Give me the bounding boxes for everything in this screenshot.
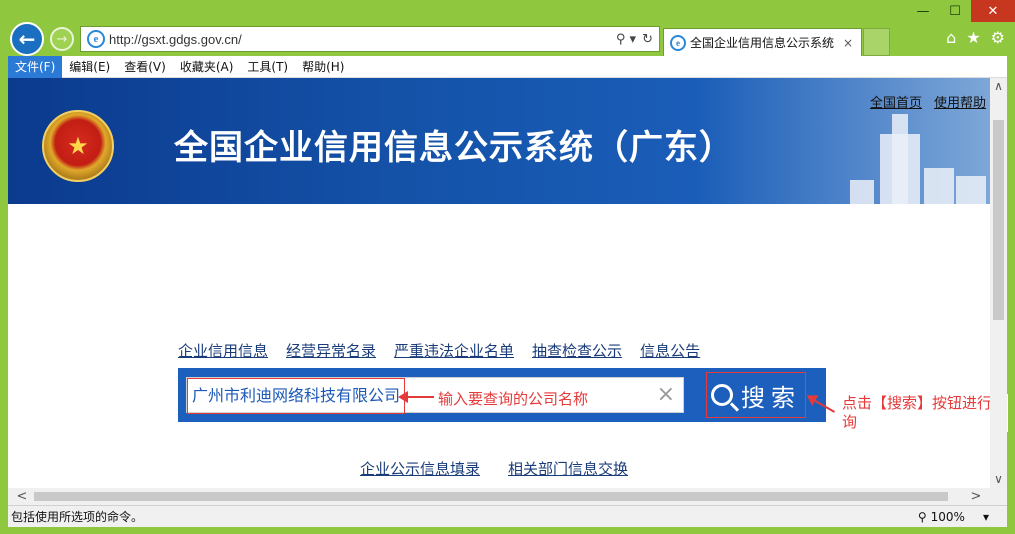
status-bar: 包括使用所选项的命令。 ⚲ 100% ▾ [8, 505, 1007, 527]
annotation-button-hint: 点击【搜索】按钮进行查询 [842, 394, 1008, 432]
ie-favicon-icon: e [87, 30, 105, 48]
favorites-star-icon[interactable]: ★ [966, 28, 980, 47]
address-search-icon[interactable]: ⚲ ▾ [616, 32, 636, 47]
link-dept-exchange[interactable]: 相关部门信息交换 [508, 458, 628, 479]
nav-inspection[interactable]: 抽查检查公示 [532, 340, 622, 361]
menu-view[interactable]: 查看(V) [117, 56, 173, 78]
menu-edit[interactable]: 编辑(E) [62, 56, 117, 78]
search-button[interactable]: 搜索 [706, 372, 806, 418]
menu-favorites[interactable]: 收藏夹(A) [173, 56, 241, 78]
scroll-down-icon[interactable]: ∨ [990, 471, 1007, 488]
window-controls: — ☐ ✕ [907, 0, 1015, 22]
maximize-button[interactable]: ☐ [939, 0, 971, 22]
back-arrow-icon: ← [18, 27, 36, 51]
vertical-scroll-thumb[interactable] [993, 120, 1004, 320]
link-enterprise-filing[interactable]: 企业公示信息填录 [360, 458, 480, 479]
zoom-dropdown-icon[interactable]: ▾ [983, 510, 989, 524]
horizontal-scrollbar[interactable]: < > [8, 488, 990, 505]
top-links: 全国首页 使用帮助 [870, 92, 986, 111]
search-input[interactable]: 广州市利迪网络科技有限公司 × [186, 377, 684, 414]
nav-serious-violation[interactable]: 严重违法企业名单 [394, 340, 514, 361]
vertical-scrollbar[interactable]: ∧ ∨ [990, 78, 1007, 488]
scrollbar-corner [990, 488, 1007, 505]
annotation-input-hint: 输入要查询的公司名称 [438, 390, 589, 408]
link-national-home[interactable]: 全国首页 [870, 92, 922, 111]
nav-abnormal-list[interactable]: 经营异常名录 [286, 340, 376, 361]
clear-input-icon[interactable]: × [657, 382, 675, 407]
link-help[interactable]: 使用帮助 [934, 92, 986, 111]
national-emblem-icon: ★ [42, 110, 114, 182]
bottom-links: 企业公示信息填录 相关部门信息交换 [360, 458, 628, 479]
menu-help[interactable]: 帮助(H) [295, 56, 351, 78]
menu-bar: 文件(F) 编辑(E) 查看(V) 收藏夹(A) 工具(T) 帮助(H) [8, 55, 1007, 78]
nav-enterprise-credit[interactable]: 企业信用信息 [178, 340, 268, 361]
scroll-up-icon[interactable]: ∧ [990, 78, 1007, 95]
search-icon [711, 384, 733, 406]
address-url[interactable]: http://gsxt.gdgs.gov.cn/ [109, 32, 616, 47]
browser-toolbar-icons: ⌂ ★ ⚙ [946, 28, 1005, 47]
tab-favicon-icon: e [670, 34, 686, 51]
scroll-right-icon[interactable]: > [966, 488, 986, 505]
forward-arrow-icon: → [56, 31, 68, 47]
back-button[interactable]: ← [10, 22, 44, 56]
tab-title: 全国企业信用信息公示系统 [690, 36, 835, 50]
forward-button[interactable]: → [50, 27, 74, 51]
horizontal-scroll-thumb[interactable] [34, 492, 948, 501]
refresh-icon[interactable]: ↻ [642, 32, 653, 47]
tab-close-icon[interactable]: × [843, 36, 861, 50]
zoom-control[interactable]: ⚲ 100% ▾ [918, 510, 1007, 524]
home-icon[interactable]: ⌂ [946, 28, 956, 47]
building-illustration [840, 106, 990, 204]
search-input-value: 广州市利迪网络科技有限公司 [187, 378, 406, 414]
annotation-arrow-input [398, 391, 434, 403]
navigation-row: ← → e http://gsxt.gdgs.gov.cn/ ⚲ ▾ ↻ e 全… [0, 22, 1015, 56]
minimize-button[interactable]: — [907, 0, 939, 22]
zoom-level: 100% [930, 509, 965, 524]
zoom-magnifier-icon: ⚲ [917, 509, 927, 524]
page-title: 全国企业信用信息公示系统（广东） [174, 128, 734, 168]
address-bar[interactable]: e http://gsxt.gdgs.gov.cn/ ⚲ ▾ ↻ [80, 26, 660, 52]
address-actions: ⚲ ▾ ↻ [616, 32, 659, 47]
browser-window: — ☐ ✕ ← → e http://gsxt.gdgs.gov.cn/ ⚲ ▾… [0, 0, 1015, 534]
search-button-label: 搜索 [741, 383, 801, 412]
menu-file[interactable]: 文件(F) [8, 55, 63, 78]
nav-announcement[interactable]: 信息公告 [640, 340, 700, 361]
category-nav: 企业信用信息 经营异常名录 严重违法企业名单 抽查检查公示 信息公告 [178, 340, 700, 361]
new-tab-button[interactable] [863, 28, 890, 56]
tools-gear-icon[interactable]: ⚙ [991, 28, 1005, 47]
menu-tools[interactable]: 工具(T) [240, 56, 295, 78]
scroll-left-icon[interactable]: < [12, 488, 32, 505]
close-window-button[interactable]: ✕ [971, 0, 1015, 22]
tab-active[interactable]: e 全国企业信用信息公示系统 × [663, 28, 862, 56]
site-banner: ★ 全国企业信用信息公示系统（广东） 全国首页 使用帮助 [8, 78, 990, 204]
status-text: 包括使用所选项的命令。 [11, 510, 144, 524]
